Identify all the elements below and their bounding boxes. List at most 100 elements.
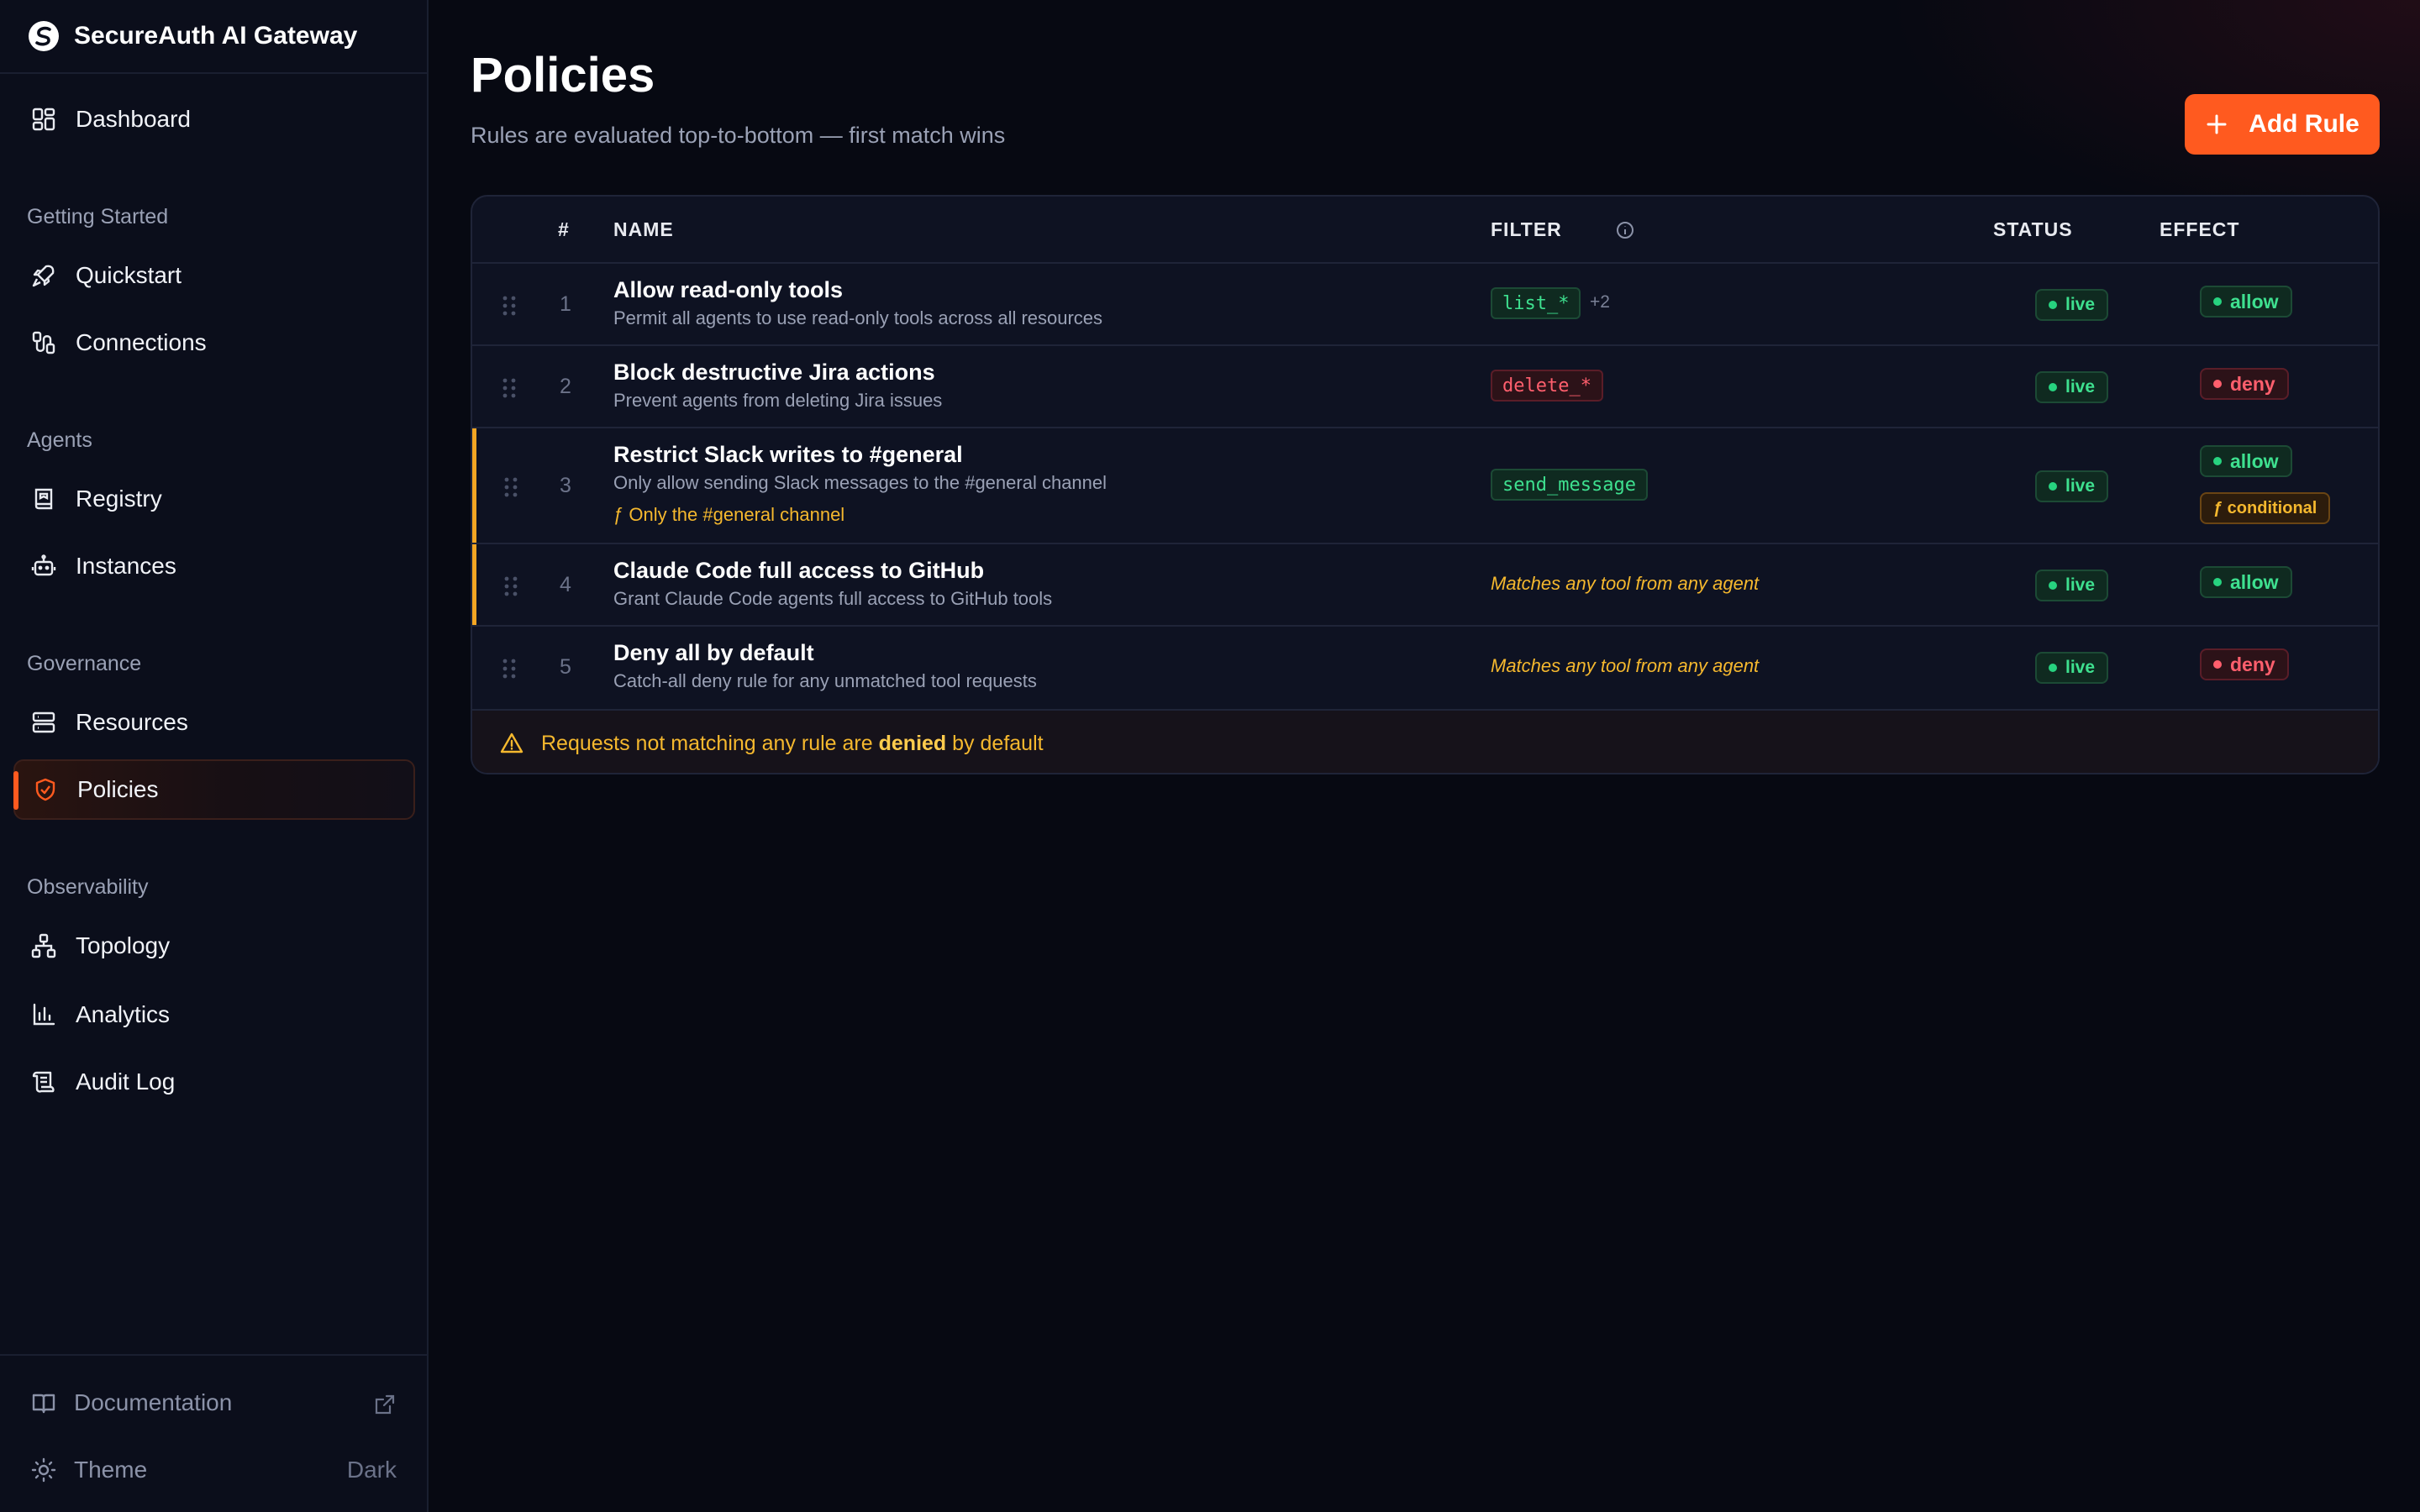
- page-title: Policies: [471, 48, 655, 102]
- table-row[interactable]: 3 Restrict Slack writes to #general Only…: [472, 428, 2378, 544]
- nav-registry[interactable]: Registry: [13, 469, 415, 529]
- table-row[interactable]: 1 Allow read-only tools Permit all agent…: [472, 264, 2378, 346]
- drag-handle-icon[interactable]: [501, 657, 518, 680]
- effect-badge: allow: [2200, 286, 2292, 318]
- nav-analytics[interactable]: Analytics: [13, 984, 415, 1045]
- sun-icon: [31, 1457, 56, 1483]
- rule-name: Claude Code full access to GitHub: [613, 558, 985, 583]
- nav-registry-label: Registry: [76, 486, 162, 512]
- rule-number: 5: [560, 655, 571, 679]
- filter-chip: list_*: [1491, 287, 1581, 319]
- status-badge: live: [2035, 652, 2109, 684]
- dashboard-icon: [32, 108, 55, 131]
- rule-name: Deny all by default: [613, 640, 814, 665]
- conditional-badge: ƒ conditional: [2200, 492, 2331, 524]
- drag-handle-icon[interactable]: [502, 575, 519, 598]
- filter-more-count[interactable]: +2: [1590, 292, 1610, 312]
- notice-before: Requests not matching any rule are: [541, 731, 873, 755]
- page-subtitle: Rules are evaluated top-to-bottom — firs…: [471, 123, 1006, 148]
- sidebar: SecureAuth AI Gateway Dashboard Getting …: [0, 0, 429, 1512]
- drag-handle-icon[interactable]: [502, 475, 519, 499]
- table-row[interactable]: 5 Deny all by default Catch-all deny rul…: [472, 627, 2378, 711]
- nav-instances[interactable]: Instances: [13, 536, 415, 596]
- main-content: Policies Rules are evaluated top-to-bott…: [429, 0, 2420, 1512]
- status-badge: live: [2035, 289, 2109, 321]
- default-deny-notice: Requests not matching any rule are denie…: [472, 711, 2378, 773]
- rule-name: Restrict Slack writes to #general: [613, 442, 963, 467]
- nav-topology[interactable]: Topology: [13, 916, 415, 976]
- external-link-icon: [375, 1394, 395, 1415]
- rocket-icon: [32, 265, 55, 287]
- status-badge: live: [2035, 470, 2109, 502]
- book-open-icon: [32, 1394, 55, 1414]
- rule-description: Prevent agents from deleting Jira issues: [613, 390, 943, 411]
- nav-resources-label: Resources: [76, 709, 188, 735]
- nav-audit-log-label: Audit Log: [76, 1068, 176, 1095]
- status-badge: live: [2035, 570, 2109, 601]
- table-row[interactable]: 4 Claude Code full access to GitHub Gran…: [472, 544, 2378, 627]
- scroll-icon: [32, 1071, 55, 1093]
- section-agents: Agents: [27, 428, 92, 452]
- documentation-link[interactable]: Documentation: [30, 1389, 232, 1416]
- info-icon[interactable]: [1615, 220, 1635, 240]
- rule-name: Allow read-only tools: [613, 277, 844, 302]
- nav-audit-log[interactable]: Audit Log: [13, 1052, 415, 1112]
- brand[interactable]: SecureAuth AI Gateway: [0, 0, 427, 74]
- rule-name: Block destructive Jira actions: [613, 360, 935, 385]
- drag-handle-icon[interactable]: [501, 294, 518, 318]
- section-governance: Governance: [27, 652, 142, 675]
- nav-connections[interactable]: Connections: [13, 312, 415, 373]
- nav-policies[interactable]: Policies: [13, 759, 415, 820]
- effect-badge: allow: [2200, 445, 2292, 477]
- nav-quickstart-label: Quickstart: [76, 262, 182, 288]
- header-status[interactable]: STATUS: [1993, 218, 2073, 241]
- rule-number: 1: [560, 292, 571, 316]
- filter-chip: send_message: [1491, 469, 1648, 501]
- plug-icon: [32, 331, 55, 354]
- sidebar-footer: Documentation Theme Dark: [0, 1354, 427, 1512]
- header-name[interactable]: NAME: [613, 218, 674, 241]
- book-icon: [34, 488, 53, 510]
- nav-dashboard-label: Dashboard: [76, 106, 191, 132]
- section-observability: Observability: [27, 875, 149, 899]
- effect-badge: deny: [2200, 368, 2289, 400]
- notice-strong: denied: [878, 731, 947, 755]
- nav-analytics-label: Analytics: [76, 1001, 171, 1027]
- app-name: SecureAuth AI Gateway: [74, 22, 358, 50]
- drag-handle-icon[interactable]: [501, 376, 518, 400]
- nav-quickstart[interactable]: Quickstart: [13, 245, 415, 306]
- effect-badge: allow: [2200, 566, 2292, 598]
- nav-policies-label: Policies: [77, 776, 159, 802]
- header-num: #: [558, 218, 570, 240]
- section-getting-started: Getting Started: [27, 205, 169, 228]
- shield-icon: [35, 778, 55, 801]
- add-rule-button[interactable]: Add Rule: [2185, 94, 2380, 155]
- nav-resources[interactable]: Resources: [13, 692, 415, 753]
- add-rule-label: Add Rule: [2249, 110, 2360, 138]
- filter-chip: delete_*: [1491, 370, 1603, 402]
- rule-description: Grant Claude Code agents full access to …: [613, 588, 1053, 609]
- table-header: # NAME FILTER STATUS EFFECT: [472, 197, 2378, 264]
- header-filter[interactable]: FILTER: [1491, 218, 1562, 241]
- status-badge: live: [2035, 371, 2109, 403]
- notice-after: by default: [952, 731, 1044, 755]
- effect-badge: deny: [2200, 648, 2289, 680]
- rule-description: Only allow sending Slack messages to the…: [613, 472, 1107, 493]
- documentation-label: Documentation: [74, 1389, 233, 1415]
- rule-description: Catch-all deny rule for any unmatched to…: [613, 670, 1037, 691]
- filter-any-text: Matches any tool from any agent: [1491, 655, 1760, 676]
- nav-dashboard[interactable]: Dashboard: [13, 89, 415, 150]
- warning-icon: [500, 732, 523, 753]
- nav-connections-label: Connections: [76, 329, 207, 355]
- plus-icon: [2207, 114, 2227, 134]
- header-effect[interactable]: EFFECT: [2160, 218, 2239, 241]
- nav-instances-label: Instances: [76, 553, 176, 579]
- server-icon: [32, 711, 55, 733]
- secureauth-logo-icon: [29, 21, 59, 51]
- policies-table: # NAME FILTER STATUS EFFECT 1 Allow read…: [471, 195, 2380, 774]
- rule-number: 2: [560, 375, 571, 398]
- bar-chart-icon: [33, 1003, 55, 1026]
- table-row[interactable]: 2 Block destructive Jira actions Prevent…: [472, 346, 2378, 428]
- theme-toggle[interactable]: Theme: [30, 1457, 147, 1483]
- rule-number: 3: [560, 474, 571, 497]
